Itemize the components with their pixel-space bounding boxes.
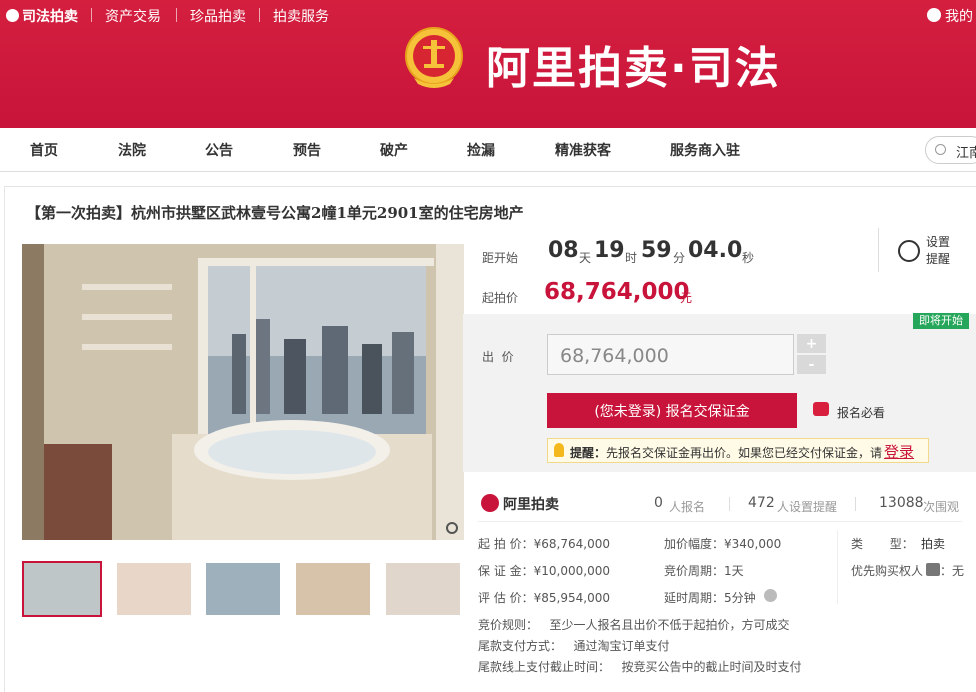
top-link-treasures[interactable]: 珍品拍卖 <box>190 6 246 26</box>
countdown-seconds-unit: 秒 <box>742 251 755 265</box>
detail-priority: 优先购买权人 <box>851 564 924 578</box>
bid-increase-button[interactable]: + <box>797 334 826 353</box>
help-icon[interactable] <box>764 589 777 602</box>
top-link-services[interactable]: 拍卖服务 <box>273 6 329 26</box>
divider <box>878 228 879 272</box>
nav-item-bargain[interactable]: 捡漏 <box>467 140 495 160</box>
search-icon <box>935 144 946 155</box>
detail-type-value: 拍卖 <box>921 537 946 551</box>
detail-increment: 加价幅度：¥340,000 <box>664 537 782 551</box>
bid-amount-input[interactable]: 68,764,000 <box>547 334 794 375</box>
listing-title: 【第一次拍卖】杭州市拱墅区武林壹号公寓2幢1单元2901室的住宅房地产 <box>26 204 524 222</box>
thumbnail-1[interactable] <box>22 561 102 617</box>
detail-priority-value: ：无 <box>940 564 965 578</box>
signups-label: 人报名 <box>669 500 706 514</box>
ali-auction-logo-icon <box>481 494 499 512</box>
bid-decrease-button[interactable]: - <box>797 355 826 374</box>
reminders-count: 472 <box>748 495 775 511</box>
nav-item-notice[interactable]: 公告 <box>205 140 233 160</box>
login-link[interactable]: 登录 <box>884 441 914 462</box>
signups-count: 0 <box>654 495 663 511</box>
start-price-value: 68,764,000 <box>544 279 690 305</box>
court-emblem-icon <box>405 27 463 88</box>
thumbnail-2[interactable] <box>117 563 191 615</box>
divider <box>729 497 730 511</box>
countdown-minutes: 59 <box>641 238 672 263</box>
search-value: 江南 <box>956 146 976 161</box>
brand-title: 阿里拍卖·司法 <box>486 43 781 94</box>
main-nav: 首页 法院 公告 预告 破产 捡漏 精准获客 服务商入驻 江南 <box>0 128 976 172</box>
countdown-minutes-unit: 分 <box>673 251 686 265</box>
tip-text: 先报名交保证金再出价。如果您已经交付保证金，请 <box>606 446 883 460</box>
must-read-link[interactable]: 报名必看 <box>837 404 885 421</box>
countdown-hours: 19 <box>594 238 625 263</box>
judicial-logo-icon <box>6 9 19 22</box>
detail-valuation: 评 估 价：¥85,954,000 <box>478 591 610 605</box>
search-input[interactable]: 江南 <box>925 136 976 164</box>
tip-prefix: 提醒： <box>570 446 607 460</box>
info-badge-icon <box>926 563 940 576</box>
countdown-days: 08 <box>548 238 579 263</box>
login-tip: 提醒： 先报名交保证金再出价。如果您已经交付保证金，请 登录 <box>547 438 929 463</box>
set-reminder-label: 设置 提醒 <box>926 235 951 266</box>
nav-item-leads[interactable]: 精准获客 <box>555 140 611 160</box>
site-header: 司法拍卖 资产交易 珍品拍卖 拍卖服务 我的 阿里拍卖·司法 <box>0 0 976 128</box>
divider <box>855 497 856 511</box>
divider <box>176 8 177 22</box>
main-property-image[interactable] <box>22 244 464 540</box>
top-link-assets[interactable]: 资产交易 <box>105 6 161 26</box>
countdown-hours-unit: 时 <box>625 251 638 265</box>
bid-amount-value: 68,764,000 <box>560 345 669 367</box>
thumbnail-5[interactable] <box>386 563 460 615</box>
deposit-signup-button[interactable]: (您未登录) 报名交保证金 <box>547 393 797 428</box>
divider <box>837 530 838 604</box>
detail-extension: 延时周期：5分钟 <box>664 591 756 605</box>
top-link-judicial[interactable]: 司法拍卖 <box>22 6 78 26</box>
zoom-icon[interactable] <box>446 522 458 534</box>
nav-item-court[interactable]: 法院 <box>118 140 146 160</box>
detail-cycle: 竞价周期：1天 <box>664 564 744 578</box>
nav-item-home[interactable]: 首页 <box>30 140 58 160</box>
detail-type-label: 类 型： <box>851 537 914 551</box>
detail-start-price: 起 拍 价：¥68,764,000 <box>478 537 610 551</box>
set-reminder-button[interactable]: 设置 提醒 <box>896 234 958 270</box>
detail-rule: 竞价规则： 至少一人报名且出价不低于起拍价，方可成交 <box>478 618 790 632</box>
bathroom-photo <box>22 244 464 540</box>
countdown-days-unit: 天 <box>579 251 592 265</box>
reminders-label: 人设置提醒 <box>777 500 838 514</box>
top-link-mine[interactable]: 我的 <box>945 6 973 26</box>
lightbulb-icon <box>554 443 564 457</box>
detail-deadline: 尾款线上支付截止时间： 按竞买公告中的截止时间及时支付 <box>478 660 802 674</box>
divider <box>259 8 260 22</box>
coins-icon <box>813 402 829 416</box>
views-count: 13088 <box>879 495 924 511</box>
alarm-clock-icon <box>898 240 920 262</box>
ali-auction-logo-text: 阿里拍卖 <box>503 497 559 513</box>
status-badge: 即将开始 <box>913 313 969 329</box>
nav-item-bankruptcy[interactable]: 破产 <box>380 140 408 160</box>
thumbnail-3[interactable] <box>206 563 280 615</box>
bid-label: 出 价 <box>482 350 514 364</box>
start-price-unit: 元 <box>680 291 693 305</box>
start-price-label: 起拍价 <box>482 291 519 305</box>
countdown-label: 距开始 <box>482 251 519 265</box>
countdown-seconds: 04.0 <box>688 238 743 263</box>
nav-item-provider[interactable]: 服务商入驻 <box>670 140 740 160</box>
nav-item-preview[interactable]: 预告 <box>293 140 321 160</box>
divider <box>478 521 962 522</box>
detail-payment: 尾款支付方式： 通过淘宝订单支付 <box>478 639 670 653</box>
views-label: 次围观 <box>923 500 960 514</box>
user-icon[interactable] <box>927 8 941 22</box>
divider <box>91 8 92 22</box>
detail-deposit: 保 证 金：¥10,000,000 <box>478 564 610 578</box>
thumbnail-4[interactable] <box>296 563 370 615</box>
